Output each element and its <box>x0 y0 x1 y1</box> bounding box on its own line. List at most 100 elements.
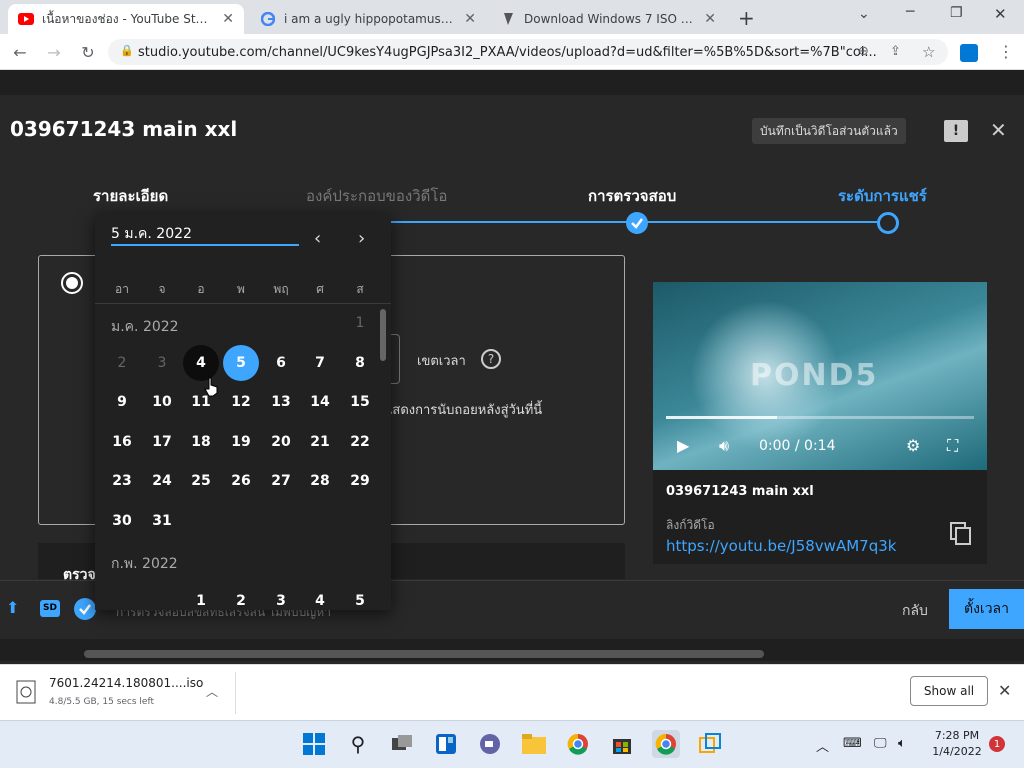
share-icon[interactable]: ⇪ <box>890 44 901 59</box>
calendar-day[interactable]: 1 <box>183 583 219 619</box>
bookmark-star-icon[interactable]: ☆ <box>922 43 935 61</box>
task-view-icon[interactable] <box>388 730 416 758</box>
back-button[interactable]: กลับ <box>902 600 928 622</box>
step-current-indicator <box>877 212 899 234</box>
fullscreen-icon[interactable]: ⛶ <box>947 436 958 456</box>
calendar-day[interactable]: 24 <box>144 463 180 499</box>
calendar-day[interactable]: 27 <box>263 463 299 499</box>
calendar-day[interactable]: 28 <box>302 463 338 499</box>
store-icon[interactable] <box>608 730 636 758</box>
download-close-icon[interactable]: ✕ <box>998 681 1011 700</box>
calendar-day: 3 <box>157 355 167 371</box>
calendar-day[interactable]: 25 <box>183 463 219 499</box>
calendar-day[interactable]: 2 <box>223 583 259 619</box>
zoom-icon[interactable]: ⊕ <box>858 44 869 59</box>
calendar-day[interactable]: 22 <box>342 424 378 460</box>
settings-gear-icon[interactable]: ⚙ <box>906 436 920 455</box>
calendar-day[interactable]: 20 <box>263 424 299 460</box>
video-link[interactable]: https://youtu.be/J58vwAM7q3k <box>666 537 896 555</box>
tab-youtube-studio[interactable]: เนื้อหาของช่อง - YouTube Studio ✕ <box>8 4 244 34</box>
extension-icon[interactable] <box>960 44 978 62</box>
download-filename[interactable]: 7601.24214.180801....iso <box>49 676 203 690</box>
weekday-label: จ <box>158 282 166 296</box>
tab-google-search[interactable]: i am a ugly hippopotamus that n ✕ <box>250 4 486 34</box>
minimize-icon[interactable]: ─ <box>906 4 914 20</box>
next-month-icon[interactable]: › <box>358 228 365 249</box>
copy-icon[interactable] <box>950 522 972 546</box>
calendar-day[interactable]: 17 <box>144 424 180 460</box>
play-icon[interactable]: ▶ <box>677 436 689 455</box>
calendar-day[interactable]: 21 <box>302 424 338 460</box>
new-tab-button[interactable]: + <box>738 6 755 30</box>
tab-download-windows[interactable]: Download Windows 7 ISO File (U ✕ <box>490 4 726 34</box>
calendar-day[interactable]: 14 <box>302 384 338 420</box>
calendar-day[interactable]: 30 <box>104 503 140 539</box>
help-icon[interactable]: ? <box>481 349 501 369</box>
calendar-day[interactable]: 6 <box>263 345 299 381</box>
chevron-up-icon[interactable]: ︿ <box>206 683 218 700</box>
video-progress-bar[interactable] <box>666 416 974 419</box>
schedule-button[interactable]: ตั้งเวลา <box>949 589 1024 629</box>
calendar-day[interactable]: 4 <box>302 583 338 619</box>
calendar-day[interactable]: 15 <box>342 384 378 420</box>
calendar-day[interactable]: 29 <box>342 463 378 499</box>
close-icon[interactable]: ✕ <box>222 11 234 27</box>
calendar-day[interactable]: 19 <box>223 424 259 460</box>
date-input[interactable] <box>111 224 299 246</box>
window-close-icon[interactable]: ✕ <box>994 5 1007 23</box>
calendar-day[interactable]: 18 <box>183 424 219 460</box>
reload-icon[interactable]: ↻ <box>76 40 100 64</box>
calendar-day[interactable]: 5 <box>342 583 378 619</box>
close-icon[interactable]: ✕ <box>704 11 716 27</box>
network-icon[interactable]: 🖵︎ <box>874 736 887 751</box>
address-bar[interactable]: 🔒 studio.youtube.com/channel/UC9kesY4ugP… <box>108 39 948 65</box>
chrome-icon[interactable] <box>564 730 592 758</box>
calendar-day[interactable]: 8 <box>342 345 378 381</box>
chrome-running-icon[interactable] <box>652 730 680 758</box>
volume-icon[interactable]: 🔊︎ <box>719 436 729 456</box>
horizontal-scrollbar[interactable] <box>84 650 764 658</box>
calendar-day[interactable]: 5 <box>223 345 259 381</box>
calendar-day[interactable]: 9 <box>104 384 140 420</box>
calendar-day[interactable]: 4 <box>183 345 219 381</box>
calendar-day[interactable]: 26 <box>223 463 259 499</box>
calendar-day[interactable]: 3 <box>263 583 299 619</box>
calendar-day[interactable]: 23 <box>104 463 140 499</box>
back-arrow-icon[interactable]: ← <box>8 40 32 64</box>
calendar-scrollbar[interactable] <box>380 309 386 361</box>
speaker-icon[interactable]: 🔈︎ <box>898 736 906 751</box>
chat-icon[interactable] <box>476 730 504 758</box>
start-windows-icon[interactable] <box>300 730 328 758</box>
step-video-elements[interactable]: องค์ประกอบของวิดีโอ <box>306 184 447 208</box>
weekday-label: ส <box>356 282 364 296</box>
search-icon[interactable]: ⚲ <box>344 730 372 758</box>
notification-badge[interactable]: 1 <box>989 736 1005 752</box>
prev-month-icon[interactable]: ‹ <box>314 228 321 249</box>
countdown-option[interactable]: แสดงการนับถอยหลังสู่วันที่นี้ <box>384 399 542 420</box>
menu-kebab-icon[interactable]: ⋮ <box>998 42 1014 61</box>
restore-icon[interactable]: ❐ <box>950 5 963 21</box>
tab-search-icon[interactable]: ⌄ <box>858 6 870 22</box>
file-explorer-icon[interactable] <box>520 730 548 758</box>
tray-chevron-icon[interactable]: ︿ <box>816 736 829 755</box>
app-icon[interactable] <box>696 730 724 758</box>
calendar-day[interactable]: 10 <box>144 384 180 420</box>
forward-arrow-icon[interactable]: → <box>42 40 66 64</box>
feedback-icon[interactable]: ! <box>944 120 968 142</box>
dialog-close-icon[interactable]: ✕ <box>990 118 1007 142</box>
keyboard-icon[interactable]: ⌨ <box>843 736 862 751</box>
calendar-day[interactable]: 7 <box>302 345 338 381</box>
step-visibility[interactable]: ระดับการแชร์ <box>838 184 927 208</box>
calendar-day[interactable]: 31 <box>144 503 180 539</box>
close-icon[interactable]: ✕ <box>464 11 476 27</box>
calendar-day[interactable]: 12 <box>223 384 259 420</box>
step-checks[interactable]: การตรวจสอบ <box>588 184 676 208</box>
show-all-button[interactable]: Show all <box>910 676 988 706</box>
taskbar-clock[interactable]: 7:28 PM 1/4/2022 <box>928 728 986 760</box>
calendar-day[interactable]: 13 <box>263 384 299 420</box>
schedule-radio[interactable] <box>61 272 83 294</box>
widgets-icon[interactable] <box>432 730 460 758</box>
month-label-feb: ก.พ. 2022 <box>111 556 178 572</box>
calendar-day[interactable]: 16 <box>104 424 140 460</box>
step-details[interactable]: รายละเอียด <box>93 184 168 208</box>
